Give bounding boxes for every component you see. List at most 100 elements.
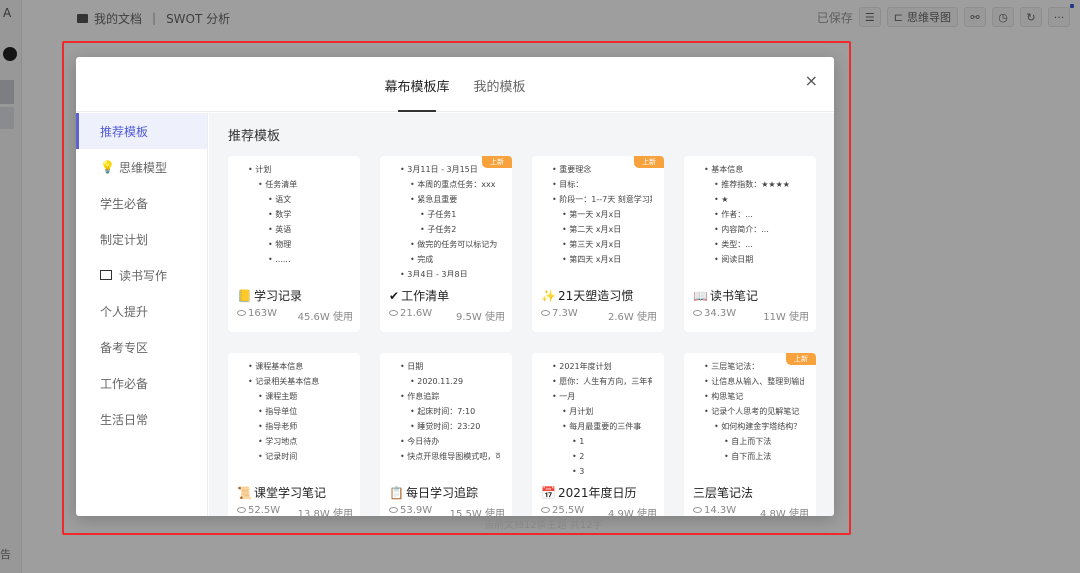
preview-line: • 记录时间	[258, 452, 298, 461]
template-card[interactable]: • 课程基本信息 • 记录相关基本信息 • 课程主题 • 指导单位 • 指导老师 • 学习…	[228, 353, 360, 516]
sidebar-item-label: 学生必备	[100, 196, 149, 211]
use-count: 4.9W 使用	[608, 509, 657, 516]
tab-my-templates[interactable]: 我的模板	[474, 74, 526, 95]
sidebar-item-student-essentials[interactable]: 学生必备	[76, 185, 207, 221]
preview-line: • 3	[572, 467, 585, 474]
sidebar-item-daily-life[interactable]: 生活日常	[76, 401, 207, 437]
template-stats: 53.9W 15.5W 使用	[389, 505, 505, 516]
preview-line: • 每月最重要的三件事	[562, 422, 642, 431]
preview-line: • 记录相关基本信息	[248, 377, 320, 386]
preview-line: • 让信息从输入、整理到输出...	[704, 377, 804, 386]
view-count: 34.3W	[693, 308, 736, 323]
clipboard-icon: 📋	[389, 486, 404, 500]
template-card[interactable]: • 重要理念 • 目标： • 阶段一：1--7天 刻意学习期 • 第一天 x月x日 • …	[532, 156, 664, 332]
preview-line: • 第二天 x月x日	[562, 225, 622, 234]
preview-line: • 今日待办	[400, 437, 440, 446]
sidebar-item-label: 制定计划	[100, 232, 149, 247]
preview-line: • 计划	[248, 165, 272, 174]
preview-line: • 日期	[400, 362, 424, 371]
template-title: ✨ 21天塑造习惯	[541, 287, 633, 304]
preview-line: • 任务清单	[258, 180, 298, 189]
preview-line: • 2	[572, 452, 585, 461]
template-title-text: 三层笔记法	[693, 486, 754, 500]
tab-mubu-template-library[interactable]: 幕布模板库	[384, 74, 450, 112]
template-card[interactable]: • 基本信息 • 推荐指数：★★★★ • ★ • 作者：... • 内容简介：... • …	[684, 156, 816, 332]
view-count: 163W	[237, 308, 277, 323]
preview-line: • 子任务2	[420, 225, 457, 234]
preview-line: • 3月4日 - 3月8日	[400, 270, 468, 277]
template-stats: 52.5W 13.8W 使用	[237, 505, 353, 516]
sidebar-item-exam-prep[interactable]: 备考专区	[76, 329, 207, 365]
eye-icon	[693, 310, 702, 316]
template-card[interactable]: • 计划 • 任务清单 • 语文 • 数学 • 英语 • 物理 • ...... 📒 学习记录 1…	[228, 156, 360, 332]
sidebar-item-self-improvement[interactable]: 个人提升	[76, 293, 207, 329]
view-count-text: 163W	[248, 308, 277, 319]
template-preview: • 日期 • 2020.11.29 • 作息追踪 • 起床时间：7:10 • 睡觉时间：…	[380, 353, 512, 474]
preview-line: • 一月	[552, 392, 576, 401]
scroll-icon: 📜	[237, 486, 252, 500]
view-count: 53.9W	[389, 505, 432, 516]
template-preview: • 重要理念 • 目标： • 阶段一：1--7天 刻意学习期 • 第一天 x月x日 • …	[532, 156, 664, 277]
preview-line: • 记录个人思考的见解笔记	[704, 407, 800, 416]
preview-line: • 2021年度计划	[552, 362, 612, 371]
preview-line: • 2020.11.29	[410, 377, 464, 386]
preview-line: • 睡觉时间：23:20	[410, 422, 481, 431]
template-content: 推荐模板 • 计划 • 任务清单 • 语文 • 数学 • 英语 • 物理 • ...... 📒…	[209, 113, 834, 516]
view-count-text: 53.9W	[400, 505, 433, 516]
template-category-sidebar: 推荐模板 💡 思维模型 学生必备 制定计划 读书写作 个人提升 备考专区 工作必…	[76, 113, 208, 516]
star-icon: ✨	[541, 289, 556, 303]
template-card[interactable]: • 2021年度计划 • 愿你：人生有方向，三年有... • 一月 • 月计划 • 每月…	[532, 353, 664, 516]
template-title: 📖 读书笔记	[693, 287, 758, 304]
preview-line: • 内容简介：...	[714, 225, 769, 234]
preview-line: • 指导老师	[258, 422, 298, 431]
template-title-text: 读书笔记	[709, 289, 758, 303]
template-stats: 163W 45.6W 使用	[237, 308, 353, 323]
template-card[interactable]: • 日期 • 2020.11.29 • 作息追踪 • 起床时间：7:10 • 睡觉时间：…	[380, 353, 512, 516]
use-count: 11W 使用	[763, 312, 809, 323]
sidebar-item-label: 思维模型	[118, 160, 167, 175]
eye-icon	[389, 507, 398, 513]
sidebar-item-label: 读书写作	[119, 268, 168, 283]
preview-line: • 紧急且重要	[410, 195, 458, 204]
lightbulb-icon: 💡	[100, 160, 115, 174]
view-count: 21.6W	[389, 308, 432, 323]
sidebar-item-work-essentials[interactable]: 工作必备	[76, 365, 207, 401]
preview-line: • 第四天 x月x日	[562, 255, 622, 264]
preview-line: • 英语	[268, 225, 292, 234]
use-count: 2.6W 使用	[608, 312, 657, 323]
sidebar-item-label: 生活日常	[100, 412, 149, 427]
use-count: 15.5W 使用	[449, 509, 505, 516]
template-title: 三层笔记法	[693, 484, 753, 501]
view-count-text: 25.5W	[552, 505, 585, 516]
view-count: 14.3W	[693, 505, 736, 516]
template-preview: • 3月11日 - 3月15日 • 本周的重点任务：xxx • 紧急且重要 • 子任务…	[380, 156, 512, 277]
template-title-text: 21天塑造习惯	[557, 289, 634, 303]
new-badge: 上新	[482, 156, 512, 168]
eye-icon	[237, 310, 246, 316]
view-count-text: 34.3W	[704, 308, 737, 319]
eye-icon	[541, 507, 550, 513]
eye-icon	[693, 507, 702, 513]
view-count-text: 21.6W	[400, 308, 433, 319]
sidebar-item-planning[interactable]: 制定计划	[76, 221, 207, 257]
preview-line: • 起床时间：7:10	[410, 407, 476, 416]
preview-line: • ★	[714, 195, 729, 204]
sidebar-item-recommended[interactable]: 推荐模板	[76, 113, 207, 149]
template-title: 📜 课堂学习笔记	[237, 484, 326, 501]
view-count-text: 14.3W	[704, 505, 737, 516]
eye-icon	[389, 310, 398, 316]
template-card[interactable]: • 三层笔记法： • 让信息从输入、整理到输出... • 构思笔记 • 记录个人思考的…	[684, 353, 816, 516]
checkmark-icon: ✔	[389, 289, 400, 303]
template-title-text: 工作清单	[401, 289, 450, 303]
template-preview: • 基本信息 • 推荐指数：★★★★ • ★ • 作者：... • 内容简介：... • …	[684, 156, 816, 277]
close-icon[interactable]: ×	[805, 71, 818, 90]
sidebar-item-reading-writing[interactable]: 读书写作	[76, 257, 207, 293]
sidebar-item-thinking-models[interactable]: 💡 思维模型	[76, 149, 207, 185]
template-title-text: 每日学习追踪	[405, 486, 478, 500]
use-count: 4.8W 使用	[760, 509, 809, 516]
preview-line: • 如何构建金字塔结构？	[714, 422, 802, 431]
template-title-text: 学习记录	[253, 289, 302, 303]
template-card[interactable]: • 3月11日 - 3月15日 • 本周的重点任务：xxx • 紧急且重要 • 子任务…	[380, 156, 512, 332]
template-preview: • 三层笔记法： • 让信息从输入、整理到输出... • 构思笔记 • 记录个人思考的…	[684, 353, 816, 474]
section-title: 推荐模板	[228, 129, 281, 144]
